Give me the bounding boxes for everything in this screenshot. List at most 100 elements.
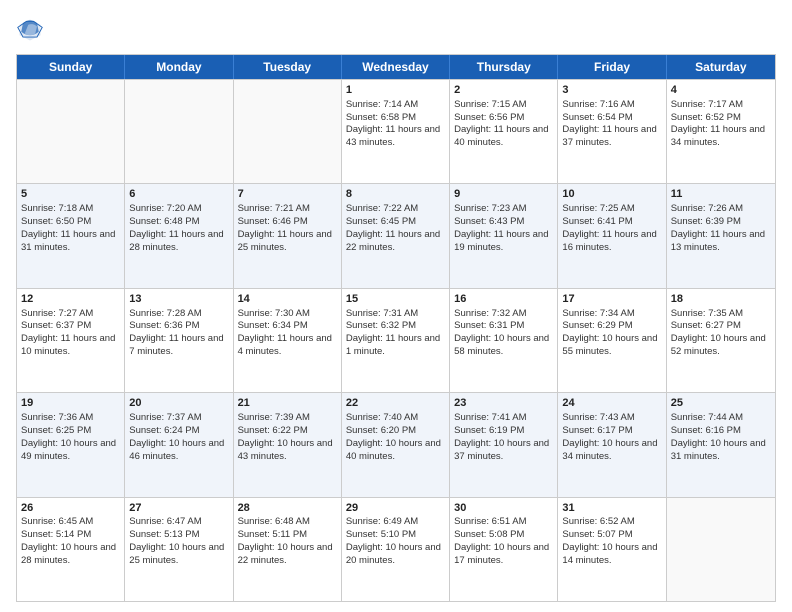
calendar-header: SundayMondayTuesdayWednesdayThursdayFrid…	[17, 55, 775, 79]
week-row-3: 12Sunrise: 7:27 AM Sunset: 6:37 PM Dayli…	[17, 288, 775, 392]
day-info: Sunrise: 7:17 AM Sunset: 6:52 PM Dayligh…	[671, 99, 771, 150]
day-cell-6: 6Sunrise: 7:20 AM Sunset: 6:48 PM Daylig…	[125, 184, 233, 287]
day-cell-1: 1Sunrise: 7:14 AM Sunset: 6:58 PM Daylig…	[342, 80, 450, 183]
day-number: 6	[129, 187, 228, 202]
day-info: Sunrise: 7:28 AM Sunset: 6:36 PM Dayligh…	[129, 308, 228, 359]
day-info: Sunrise: 6:51 AM Sunset: 5:08 PM Dayligh…	[454, 516, 553, 567]
day-number: 26	[21, 501, 120, 516]
day-info: Sunrise: 7:21 AM Sunset: 6:46 PM Dayligh…	[238, 203, 337, 254]
day-info: Sunrise: 7:43 AM Sunset: 6:17 PM Dayligh…	[562, 412, 661, 463]
logo-icon	[16, 16, 44, 44]
day-number: 29	[346, 501, 445, 516]
day-number: 22	[346, 396, 445, 411]
day-info: Sunrise: 7:31 AM Sunset: 6:32 PM Dayligh…	[346, 308, 445, 359]
day-number: 23	[454, 396, 553, 411]
day-info: Sunrise: 7:26 AM Sunset: 6:39 PM Dayligh…	[671, 203, 771, 254]
day-number: 13	[129, 292, 228, 307]
day-cell-28: 28Sunrise: 6:48 AM Sunset: 5:11 PM Dayli…	[234, 498, 342, 601]
day-cell-5: 5Sunrise: 7:18 AM Sunset: 6:50 PM Daylig…	[17, 184, 125, 287]
week-row-1: 1Sunrise: 7:14 AM Sunset: 6:58 PM Daylig…	[17, 79, 775, 183]
day-cell-18: 18Sunrise: 7:35 AM Sunset: 6:27 PM Dayli…	[667, 289, 775, 392]
day-header-thursday: Thursday	[450, 55, 558, 79]
day-cell-20: 20Sunrise: 7:37 AM Sunset: 6:24 PM Dayli…	[125, 393, 233, 496]
day-cell-24: 24Sunrise: 7:43 AM Sunset: 6:17 PM Dayli…	[558, 393, 666, 496]
day-number: 14	[238, 292, 337, 307]
day-cell-7: 7Sunrise: 7:21 AM Sunset: 6:46 PM Daylig…	[234, 184, 342, 287]
day-cell-31: 31Sunrise: 6:52 AM Sunset: 5:07 PM Dayli…	[558, 498, 666, 601]
page: SundayMondayTuesdayWednesdayThursdayFrid…	[0, 0, 792, 612]
empty-cell	[17, 80, 125, 183]
day-number: 11	[671, 187, 771, 202]
day-info: Sunrise: 6:48 AM Sunset: 5:11 PM Dayligh…	[238, 516, 337, 567]
day-info: Sunrise: 7:22 AM Sunset: 6:45 PM Dayligh…	[346, 203, 445, 254]
day-number: 3	[562, 83, 661, 98]
day-cell-14: 14Sunrise: 7:30 AM Sunset: 6:34 PM Dayli…	[234, 289, 342, 392]
calendar: SundayMondayTuesdayWednesdayThursdayFrid…	[16, 54, 776, 602]
day-info: Sunrise: 7:20 AM Sunset: 6:48 PM Dayligh…	[129, 203, 228, 254]
day-info: Sunrise: 7:36 AM Sunset: 6:25 PM Dayligh…	[21, 412, 120, 463]
day-header-monday: Monday	[125, 55, 233, 79]
day-number: 7	[238, 187, 337, 202]
day-info: Sunrise: 7:35 AM Sunset: 6:27 PM Dayligh…	[671, 308, 771, 359]
day-number: 27	[129, 501, 228, 516]
day-header-tuesday: Tuesday	[234, 55, 342, 79]
day-info: Sunrise: 7:32 AM Sunset: 6:31 PM Dayligh…	[454, 308, 553, 359]
day-number: 8	[346, 187, 445, 202]
day-cell-22: 22Sunrise: 7:40 AM Sunset: 6:20 PM Dayli…	[342, 393, 450, 496]
day-number: 18	[671, 292, 771, 307]
day-number: 24	[562, 396, 661, 411]
day-cell-10: 10Sunrise: 7:25 AM Sunset: 6:41 PM Dayli…	[558, 184, 666, 287]
day-cell-25: 25Sunrise: 7:44 AM Sunset: 6:16 PM Dayli…	[667, 393, 775, 496]
day-number: 5	[21, 187, 120, 202]
day-cell-29: 29Sunrise: 6:49 AM Sunset: 5:10 PM Dayli…	[342, 498, 450, 601]
day-info: Sunrise: 7:39 AM Sunset: 6:22 PM Dayligh…	[238, 412, 337, 463]
day-number: 21	[238, 396, 337, 411]
header	[16, 16, 776, 44]
day-info: Sunrise: 7:23 AM Sunset: 6:43 PM Dayligh…	[454, 203, 553, 254]
day-cell-3: 3Sunrise: 7:16 AM Sunset: 6:54 PM Daylig…	[558, 80, 666, 183]
day-number: 10	[562, 187, 661, 202]
day-info: Sunrise: 7:14 AM Sunset: 6:58 PM Dayligh…	[346, 99, 445, 150]
day-number: 12	[21, 292, 120, 307]
day-cell-30: 30Sunrise: 6:51 AM Sunset: 5:08 PM Dayli…	[450, 498, 558, 601]
day-info: Sunrise: 7:41 AM Sunset: 6:19 PM Dayligh…	[454, 412, 553, 463]
day-cell-19: 19Sunrise: 7:36 AM Sunset: 6:25 PM Dayli…	[17, 393, 125, 496]
day-number: 19	[21, 396, 120, 411]
day-info: Sunrise: 7:16 AM Sunset: 6:54 PM Dayligh…	[562, 99, 661, 150]
day-number: 25	[671, 396, 771, 411]
day-header-friday: Friday	[558, 55, 666, 79]
day-info: Sunrise: 7:18 AM Sunset: 6:50 PM Dayligh…	[21, 203, 120, 254]
day-number: 28	[238, 501, 337, 516]
day-cell-8: 8Sunrise: 7:22 AM Sunset: 6:45 PM Daylig…	[342, 184, 450, 287]
day-cell-21: 21Sunrise: 7:39 AM Sunset: 6:22 PM Dayli…	[234, 393, 342, 496]
day-number: 1	[346, 83, 445, 98]
day-cell-26: 26Sunrise: 6:45 AM Sunset: 5:14 PM Dayli…	[17, 498, 125, 601]
day-info: Sunrise: 7:37 AM Sunset: 6:24 PM Dayligh…	[129, 412, 228, 463]
day-info: Sunrise: 6:47 AM Sunset: 5:13 PM Dayligh…	[129, 516, 228, 567]
calendar-body: 1Sunrise: 7:14 AM Sunset: 6:58 PM Daylig…	[17, 79, 775, 601]
day-cell-4: 4Sunrise: 7:17 AM Sunset: 6:52 PM Daylig…	[667, 80, 775, 183]
day-number: 20	[129, 396, 228, 411]
day-info: Sunrise: 7:25 AM Sunset: 6:41 PM Dayligh…	[562, 203, 661, 254]
day-cell-15: 15Sunrise: 7:31 AM Sunset: 6:32 PM Dayli…	[342, 289, 450, 392]
day-info: Sunrise: 7:40 AM Sunset: 6:20 PM Dayligh…	[346, 412, 445, 463]
week-row-5: 26Sunrise: 6:45 AM Sunset: 5:14 PM Dayli…	[17, 497, 775, 601]
empty-cell	[125, 80, 233, 183]
day-cell-9: 9Sunrise: 7:23 AM Sunset: 6:43 PM Daylig…	[450, 184, 558, 287]
day-info: Sunrise: 6:52 AM Sunset: 5:07 PM Dayligh…	[562, 516, 661, 567]
day-number: 31	[562, 501, 661, 516]
week-row-2: 5Sunrise: 7:18 AM Sunset: 6:50 PM Daylig…	[17, 183, 775, 287]
day-header-sunday: Sunday	[17, 55, 125, 79]
day-number: 9	[454, 187, 553, 202]
day-info: Sunrise: 7:44 AM Sunset: 6:16 PM Dayligh…	[671, 412, 771, 463]
day-info: Sunrise: 7:15 AM Sunset: 6:56 PM Dayligh…	[454, 99, 553, 150]
logo	[16, 16, 48, 44]
empty-cell	[667, 498, 775, 601]
day-cell-27: 27Sunrise: 6:47 AM Sunset: 5:13 PM Dayli…	[125, 498, 233, 601]
day-cell-23: 23Sunrise: 7:41 AM Sunset: 6:19 PM Dayli…	[450, 393, 558, 496]
empty-cell	[234, 80, 342, 183]
day-info: Sunrise: 7:27 AM Sunset: 6:37 PM Dayligh…	[21, 308, 120, 359]
day-number: 16	[454, 292, 553, 307]
day-cell-2: 2Sunrise: 7:15 AM Sunset: 6:56 PM Daylig…	[450, 80, 558, 183]
day-info: Sunrise: 6:45 AM Sunset: 5:14 PM Dayligh…	[21, 516, 120, 567]
